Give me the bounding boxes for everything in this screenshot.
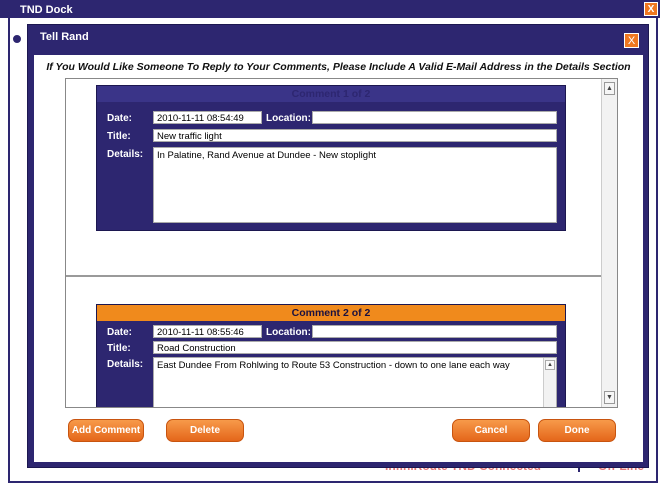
dialog-body: If You Would Like Someone To Reply to Yo… (34, 55, 643, 462)
app-icon (11, 33, 23, 45)
outer-window-title: TND Dock (20, 4, 73, 16)
location-field[interactable] (312, 111, 557, 124)
email-notice: If You Would Like Someone To Reply to Yo… (46, 61, 631, 73)
title-label: Title: (107, 343, 131, 354)
scroll-up-icon[interactable]: ▲ (604, 82, 615, 95)
title-field[interactable]: New traffic light (153, 129, 557, 142)
comment-card-2: Comment 2 of 2 Date: 2010-11-11 08:55:46… (96, 304, 566, 407)
done-button[interactable]: Done (538, 419, 616, 442)
details-label: Details: (107, 359, 144, 370)
details-scrollbar[interactable]: ▲ ▼ (543, 358, 556, 407)
comment-card-1: Comment 1 of 2 Date: 2010-11-11 08:54:49… (96, 85, 566, 231)
location-field[interactable] (312, 325, 557, 338)
cancel-button[interactable]: Cancel (452, 419, 530, 442)
outer-window-titlebar: TND Dock X (0, 0, 660, 18)
outer-close-button[interactable]: X (644, 2, 658, 16)
date-label: Date: (107, 327, 133, 338)
date-field[interactable]: 2010-11-11 08:55:46 (153, 325, 262, 338)
comments-scroll-panel[interactable]: Comment 1 of 2 Date: 2010-11-11 08:54:49… (65, 78, 618, 408)
title-field[interactable]: Road Construction (153, 341, 557, 354)
comment-divider (66, 275, 601, 277)
details-label: Details: (107, 149, 144, 160)
title-label: Title: (107, 131, 131, 142)
location-label: Location: (266, 113, 311, 124)
date-label: Date: (107, 113, 133, 124)
delete-comment-button[interactable]: Delete Comment (166, 419, 244, 457)
tell-rand-dialog: Tell Rand X If You Would Like Someone To… (27, 24, 649, 468)
dialog-close-button[interactable]: X (624, 33, 639, 48)
details-field[interactable]: East Dundee From Rohlwing to Route 53 Co… (153, 357, 557, 407)
comment-header-2: Comment 2 of 2 (97, 305, 565, 321)
details-scroll-up-icon[interactable]: ▲ (545, 360, 555, 370)
dialog-title: Tell Rand (40, 31, 89, 43)
panel-scrollbar[interactable]: ▲ ▼ (601, 79, 617, 407)
comment-header-1: Comment 1 of 2 (97, 86, 565, 102)
scroll-down-icon[interactable]: ▼ (604, 391, 615, 404)
add-comment-button[interactable]: Add Comment (68, 419, 144, 442)
details-text: East Dundee From Rohlwing to Route 53 Co… (157, 360, 510, 371)
location-label: Location: (266, 327, 311, 338)
date-field[interactable]: 2010-11-11 08:54:49 (153, 111, 262, 124)
details-field[interactable]: In Palatine, Rand Avenue at Dundee - New… (153, 147, 557, 223)
